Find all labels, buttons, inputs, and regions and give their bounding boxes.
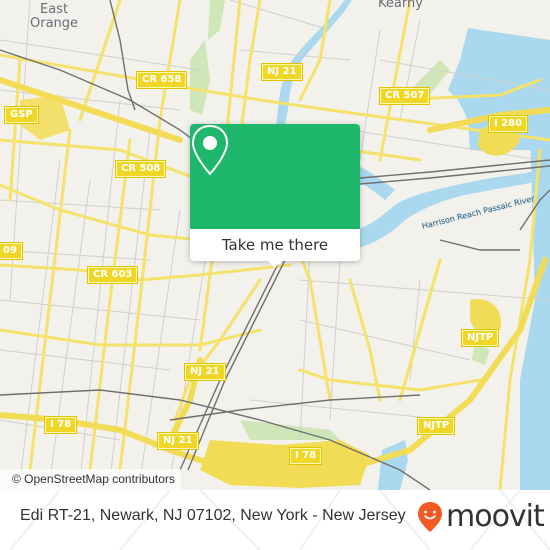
road-shield-i-78-east: I 78 bbox=[290, 448, 322, 464]
map-view[interactable]: East Orange Kearny CR 658 NJ 21 CR 507 GS… bbox=[0, 0, 550, 490]
port-water bbox=[378, 440, 408, 490]
map-attribution[interactable]: © OpenStreetMap contributors bbox=[0, 469, 181, 490]
popup-header bbox=[190, 124, 360, 229]
road-shield-cr-603: CR 603 bbox=[88, 267, 138, 283]
interchange-i78 bbox=[200, 440, 370, 488]
place-label-kearny: Kearny bbox=[378, 0, 423, 11]
moovit-logo[interactable]: moovit bbox=[417, 499, 545, 534]
map-pin-icon bbox=[191, 124, 229, 176]
location-popup: Take me there bbox=[190, 124, 360, 268]
road-shield-cr-507: CR 507 bbox=[380, 88, 430, 104]
road-shield-nj-21-north: NJ 21 bbox=[262, 64, 302, 80]
road-shield-njtp-south: NJTP bbox=[418, 418, 455, 434]
road-shield-njtp-north: NJTP bbox=[462, 330, 499, 346]
moovit-pin-icon bbox=[418, 502, 442, 532]
park-branch-brook-north bbox=[208, 0, 225, 40]
moovit-wordmark: moovit bbox=[446, 499, 545, 534]
road-shield-nj-21-mid: NJ 21 bbox=[185, 364, 225, 380]
park-south bbox=[240, 420, 340, 440]
road-shield-cr-508: CR 508 bbox=[116, 161, 166, 177]
address-text: Edi RT-21, Newark, NJ 07102, New York - … bbox=[20, 507, 406, 524]
road-shield-cr-658: CR 658 bbox=[137, 72, 187, 88]
footer: Edi RT-21, Newark, NJ 07102, New York - … bbox=[0, 490, 550, 550]
popup-pointer bbox=[267, 260, 283, 268]
place-label-east-orange: East Orange bbox=[30, 2, 79, 31]
road-shield-gsp: GSP bbox=[5, 107, 38, 123]
take-me-there-button[interactable]: Take me there bbox=[190, 229, 360, 261]
road-shield-i-78-west: I 78 bbox=[45, 417, 77, 433]
road-shield-i-280: I 280 bbox=[489, 116, 528, 132]
park-branch-brook bbox=[190, 40, 210, 115]
road-shield-cr-509: 09 bbox=[0, 243, 22, 259]
road-shield-nj-21-south: NJ 21 bbox=[158, 433, 198, 449]
